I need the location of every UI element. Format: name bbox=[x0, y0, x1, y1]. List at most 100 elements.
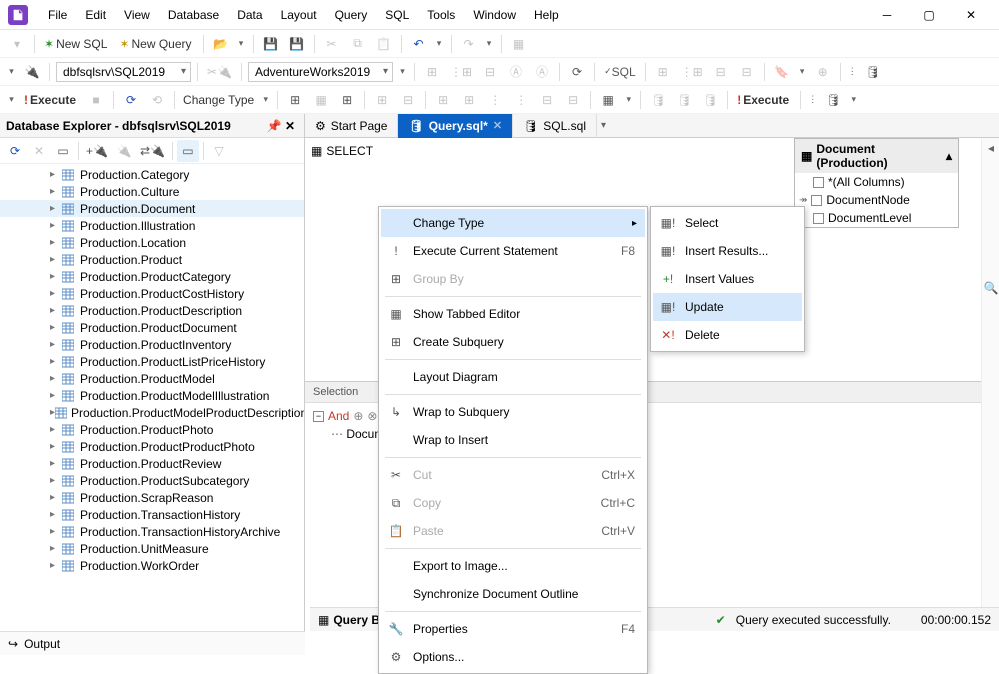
menu-create-subquery[interactable]: ⊞Create Subquery bbox=[381, 328, 645, 356]
change-type-submenu[interactable]: ▦!Select▦!Insert Results...+!Insert Valu… bbox=[650, 206, 805, 352]
windows-icon[interactable]: ▭ bbox=[52, 140, 74, 162]
add-condition-icon[interactable]: ⊕ bbox=[353, 409, 363, 423]
caret-icon[interactable]: ▸ bbox=[50, 492, 62, 503]
pin-icon[interactable]: 📌 bbox=[266, 119, 282, 133]
save-icon[interactable]: 💾 bbox=[260, 33, 282, 55]
change-type-label[interactable]: Change Type bbox=[181, 93, 256, 107]
new-item-icon[interactable]: ▭ bbox=[177, 140, 199, 162]
tab-sql-sql[interactable]: 🛢SQL.sql bbox=[513, 114, 597, 138]
connection-switch-icon[interactable]: ⇄🔌 bbox=[137, 140, 168, 162]
tree-item[interactable]: ▸Production.ProductListPriceHistory bbox=[0, 353, 304, 370]
caret-icon[interactable]: ▸ bbox=[50, 373, 62, 384]
context-menu[interactable]: Change Type▸!Execute Current StatementF8… bbox=[378, 206, 648, 674]
maximize-button[interactable]: ▢ bbox=[909, 1, 949, 29]
close-button[interactable]: ✕ bbox=[951, 1, 991, 29]
tree-item[interactable]: ▸Production.Location bbox=[0, 234, 304, 251]
caret-icon[interactable]: ▸ bbox=[50, 237, 62, 248]
arrow-icon[interactable]: ▾ bbox=[236, 38, 247, 49]
collapse-icon[interactable]: − bbox=[313, 411, 324, 422]
tree-item[interactable]: ▸Production.Document bbox=[0, 200, 304, 217]
tree-item[interactable]: ▸Production.TransactionHistoryArchive bbox=[0, 523, 304, 540]
menu-properties[interactable]: 🔧PropertiesF4 bbox=[381, 615, 645, 643]
menu-database[interactable]: Database bbox=[160, 4, 227, 26]
caret-icon[interactable]: ▸ bbox=[50, 305, 62, 316]
execute-button[interactable]: ! Execute bbox=[21, 89, 81, 111]
menu-layout[interactable]: Layout bbox=[273, 4, 325, 26]
caret-icon[interactable]: ▸ bbox=[50, 254, 62, 265]
tree-item[interactable]: ▸Production.ProductInventory bbox=[0, 336, 304, 353]
output-bar[interactable]: ↪ Output bbox=[0, 631, 305, 655]
explorer-tree[interactable]: ▸Production.Category▸Production.Culture▸… bbox=[0, 164, 304, 631]
tree-item[interactable]: ▸Production.Culture bbox=[0, 183, 304, 200]
caret-icon[interactable]: ▸ bbox=[50, 220, 62, 231]
expand-icon[interactable]: ◂ bbox=[982, 138, 999, 158]
caret-icon[interactable]: ▸ bbox=[50, 203, 62, 214]
tree-item[interactable]: ▸Production.ProductDocument bbox=[0, 319, 304, 336]
tab-start-page[interactable]: ⚙Start Page bbox=[305, 114, 398, 138]
caret-icon[interactable]: ▸ bbox=[50, 458, 62, 469]
caret-icon[interactable]: ▸ bbox=[50, 441, 62, 452]
menu-synchronize-document-outline[interactable]: Synchronize Document Outline bbox=[381, 580, 645, 608]
menu-file[interactable]: File bbox=[40, 4, 75, 26]
grid-icon[interactable]: ▦ bbox=[597, 89, 619, 111]
doc-column-row[interactable]: DocumentLevel bbox=[795, 209, 958, 227]
tree-item[interactable]: ▸Production.ProductModelProductDescripti… bbox=[0, 404, 304, 421]
tree-item[interactable]: ▸Production.Product bbox=[0, 251, 304, 268]
doc-column-row[interactable]: *(All Columns) bbox=[795, 173, 958, 191]
submenu-update[interactable]: ▦!Update bbox=[653, 293, 802, 321]
submenu-select[interactable]: ▦!Select bbox=[653, 209, 802, 237]
menu-query[interactable]: Query bbox=[327, 4, 376, 26]
menu-tools[interactable]: Tools bbox=[419, 4, 463, 26]
caret-icon[interactable]: ▸ bbox=[50, 288, 62, 299]
doc-column-row[interactable]: ↠DocumentNode bbox=[795, 191, 958, 209]
database-select[interactable]: AdventureWorks2019 bbox=[248, 62, 393, 82]
remove-condition-icon[interactable]: ⊗ bbox=[367, 409, 377, 423]
caret-icon[interactable]: ▸ bbox=[50, 169, 62, 180]
caret-icon[interactable]: ▸ bbox=[50, 322, 62, 333]
menu-window[interactable]: Window bbox=[465, 4, 524, 26]
close-panel-icon[interactable]: ✕ bbox=[282, 119, 298, 133]
tree-item[interactable]: ▸Production.ProductReview bbox=[0, 455, 304, 472]
refresh-icon[interactable]: ⟳ bbox=[566, 61, 588, 83]
menu-wrap-to-subquery[interactable]: ↳Wrap to Subquery bbox=[381, 398, 645, 426]
tree-item[interactable]: ▸Production.Illustration bbox=[0, 217, 304, 234]
connection-icon[interactable]: 🔌 bbox=[21, 61, 43, 83]
tab-close-icon[interactable]: ✕ bbox=[493, 119, 502, 132]
tree-item[interactable]: ▸Production.ProductModel bbox=[0, 370, 304, 387]
caret-icon[interactable]: ▸ bbox=[50, 543, 62, 554]
sql-check-icon[interactable]: ✓SQL bbox=[601, 61, 639, 83]
tree-item[interactable]: ▸Production.ProductPhoto bbox=[0, 421, 304, 438]
tree-item[interactable]: ▸Production.ProductProductPhoto bbox=[0, 438, 304, 455]
checkbox[interactable] bbox=[813, 177, 824, 188]
caret-icon[interactable]: ▸ bbox=[50, 339, 62, 350]
caret-icon[interactable]: ▸ bbox=[50, 475, 62, 486]
menu-help[interactable]: Help bbox=[526, 4, 567, 26]
connection-select[interactable]: dbfsqlsrv\SQL2019 bbox=[56, 62, 191, 82]
menu-sql[interactable]: SQL bbox=[377, 4, 417, 26]
tree-item[interactable]: ▸Production.UnitMeasure bbox=[0, 540, 304, 557]
database-icon[interactable]: 🛢 bbox=[862, 61, 884, 83]
caret-icon[interactable]: ▸ bbox=[50, 186, 62, 197]
menu-change-type[interactable]: Change Type▸ bbox=[381, 209, 645, 237]
submenu-insert-values[interactable]: +!Insert Values bbox=[653, 265, 802, 293]
collapse-icon[interactable]: ▴ bbox=[946, 149, 952, 163]
tree-item[interactable]: ▸Production.ScrapReason bbox=[0, 489, 304, 506]
submenu-delete[interactable]: ✕!Delete bbox=[653, 321, 802, 349]
save-all-icon[interactable]: 💾 bbox=[286, 33, 308, 55]
minimize-button[interactable]: ─ bbox=[867, 1, 907, 29]
caret-icon[interactable]: ▸ bbox=[50, 509, 62, 520]
open-icon[interactable]: 📂 bbox=[210, 33, 232, 55]
menu-layout-diagram[interactable]: Layout Diagram bbox=[381, 363, 645, 391]
caret-icon[interactable]: ▸ bbox=[50, 526, 62, 537]
caret-icon[interactable]: ▸ bbox=[50, 390, 62, 401]
tree-item[interactable]: ▸Production.WorkOrder bbox=[0, 557, 304, 574]
new-query-button[interactable]: ✶ New Query bbox=[116, 33, 196, 55]
caret-icon[interactable]: ▸ bbox=[50, 356, 62, 367]
search-icon[interactable]: 🔍 bbox=[982, 278, 999, 298]
tree-item[interactable]: ▸Production.Category bbox=[0, 166, 304, 183]
tree-item[interactable]: ▸Production.TransactionHistory bbox=[0, 506, 304, 523]
refresh-tree-icon[interactable]: ⟳ bbox=[4, 140, 26, 162]
caret-icon[interactable]: ▸ bbox=[50, 271, 62, 282]
tree-item[interactable]: ▸Production.ProductModelIllustration bbox=[0, 387, 304, 404]
tree-item[interactable]: ▸Production.ProductCostHistory bbox=[0, 285, 304, 302]
